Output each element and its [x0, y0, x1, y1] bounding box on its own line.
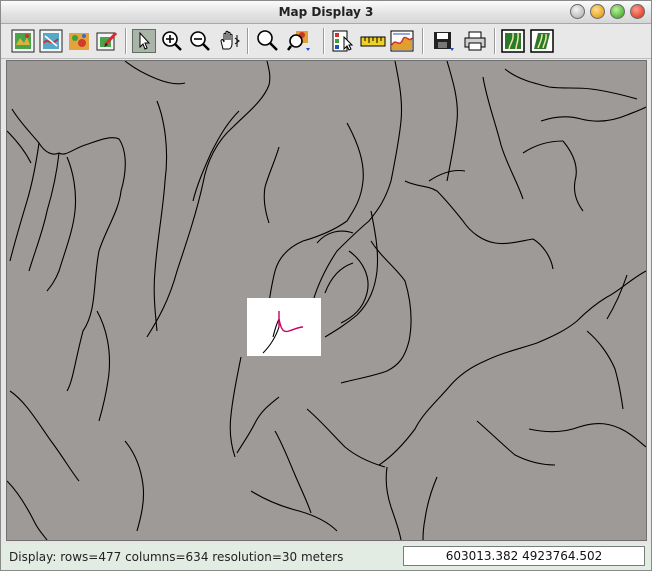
stream-line — [250, 490, 338, 532]
overlay-icon[interactable] — [95, 29, 119, 53]
toolbar — [1, 24, 651, 59]
display-vector-map-icon[interactable] — [39, 29, 63, 53]
stream-line — [422, 476, 438, 540]
map-display-window: Map Display 3 Display: rows=477 columns=… — [0, 0, 652, 571]
stream-line — [385, 466, 402, 540]
print-icon[interactable] — [463, 29, 487, 53]
stream-line — [146, 61, 271, 338]
stream-line — [153, 100, 168, 332]
save-icon[interactable] — [431, 29, 455, 53]
stream-line — [124, 440, 145, 532]
window-title: Map Display 3 — [278, 5, 374, 19]
zoom-in-icon[interactable] — [160, 29, 184, 53]
stream-line — [522, 140, 564, 154]
stream-line — [9, 142, 40, 262]
window-maximize-button[interactable] — [610, 4, 625, 19]
mode-3d-icon[interactable] — [530, 29, 554, 53]
display-raster-map-icon[interactable] — [11, 29, 35, 53]
stream-line — [266, 122, 364, 318]
stream-line — [274, 430, 312, 514]
coordinates-field: 603013.382 4923764.502 — [403, 546, 645, 566]
query-icon[interactable] — [287, 29, 311, 53]
stream-line — [306, 408, 386, 468]
stream-line — [263, 146, 280, 224]
stream-line — [124, 61, 186, 85]
stream-line — [540, 106, 646, 122]
stream-network-map — [7, 61, 646, 540]
stream-line — [229, 356, 242, 458]
pan-icon[interactable] — [216, 29, 240, 53]
window-minimize-button[interactable] — [590, 4, 605, 19]
zoom-out-icon[interactable] — [188, 29, 212, 53]
stream-line — [28, 152, 60, 272]
stream-line — [446, 61, 458, 182]
stream-line — [236, 396, 280, 454]
stream-line — [476, 420, 556, 466]
stream-line — [324, 262, 354, 294]
stream-line — [340, 250, 369, 324]
measure-icon[interactable] — [360, 29, 386, 53]
map-canvas[interactable] — [6, 60, 647, 541]
pointer-icon[interactable] — [132, 29, 156, 53]
selection-box — [247, 298, 321, 356]
stream-line — [378, 386, 450, 466]
stream-line — [448, 270, 646, 388]
stream-line — [528, 422, 646, 448]
display-shaded-relief-icon[interactable] — [67, 29, 91, 53]
status-bar: Display: rows=477 columns=634 resolution… — [1, 544, 651, 570]
layer-legend-icon[interactable] — [331, 29, 355, 53]
stream-line — [192, 110, 240, 202]
stream-line — [504, 68, 638, 100]
display-info-text: Display: rows=477 columns=634 resolution… — [9, 550, 344, 564]
stream-line — [96, 310, 110, 422]
stream-line — [7, 130, 32, 164]
title-bar[interactable]: Map Display 3 — [1, 1, 651, 24]
profile-icon[interactable] — [390, 29, 414, 53]
stream-line — [7, 480, 48, 540]
stream-line — [9, 390, 80, 482]
window-shade-button[interactable] — [570, 4, 585, 19]
stream-line — [562, 140, 584, 212]
stream-line — [482, 76, 524, 200]
stream-line — [11, 108, 126, 392]
stream-line — [46, 156, 77, 292]
stream-line — [302, 61, 403, 338]
zoom-menu-icon[interactable] — [256, 29, 280, 53]
stream-line — [606, 274, 628, 320]
window-close-button[interactable] — [630, 4, 645, 19]
stream-line — [340, 240, 412, 384]
mode-2d-icon[interactable] — [501, 29, 525, 53]
stream-line — [586, 330, 624, 410]
stream-line — [404, 180, 554, 270]
